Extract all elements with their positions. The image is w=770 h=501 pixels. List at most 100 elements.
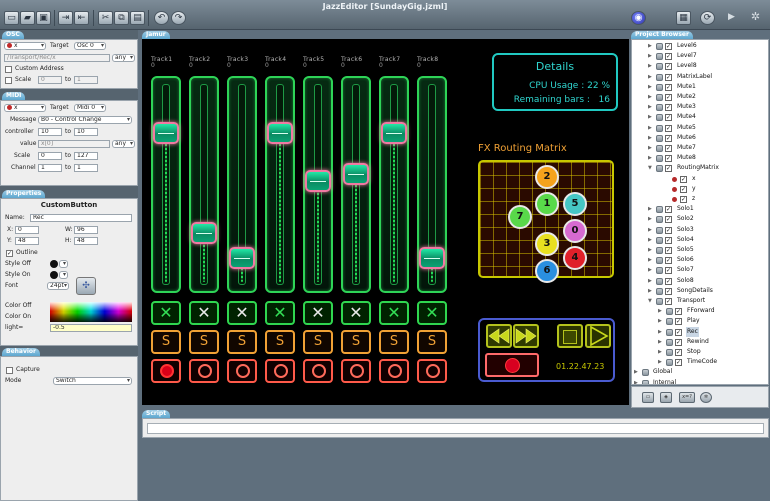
collapsed-arrow-icon[interactable]: ▶ <box>658 306 662 316</box>
midi-any-select[interactable]: any <box>112 140 135 148</box>
visibility-checkbox[interactable]: ✓ <box>665 145 672 152</box>
solo-button[interactable]: S <box>341 330 371 354</box>
volume-fader[interactable] <box>189 76 219 293</box>
osc-custom-address-checkbox[interactable] <box>5 66 12 73</box>
expanded-arrow-icon[interactable]: ▼ <box>648 296 652 306</box>
midi-header[interactable]: MIDI <box>2 92 26 100</box>
open-folder-icon[interactable]: ▰ <box>20 11 35 25</box>
variable-icon[interactable]: x=? <box>679 392 695 403</box>
collapsed-arrow-icon[interactable]: ▶ <box>658 357 662 367</box>
visibility-checkbox[interactable]: ✓ <box>665 94 672 101</box>
fast-forward-button[interactable] <box>513 324 539 348</box>
visibility-checkbox[interactable]: ✓ <box>665 206 672 214</box>
visibility-checkbox[interactable]: ✓ <box>665 216 672 224</box>
visibility-checkbox[interactable]: ✓ <box>665 43 672 50</box>
visibility-checkbox[interactable]: ✓ <box>675 318 682 326</box>
mute-button[interactable]: ✕ <box>265 301 295 325</box>
midi-controller-to[interactable]: 10 <box>74 128 98 136</box>
style-off-dropdown[interactable] <box>59 260 68 268</box>
track-record-button[interactable] <box>341 359 371 383</box>
solo-button[interactable]: S <box>151 330 181 354</box>
fx-node[interactable]: 4 <box>563 246 587 270</box>
tree-item[interactable]: ▶ ✓ Mute4 <box>632 112 768 122</box>
collapsed-arrow-icon[interactable]: ▶ <box>658 337 662 347</box>
collapsed-arrow-icon[interactable]: ▶ <box>648 102 652 112</box>
visibility-checkbox[interactable]: ✓ <box>665 124 672 132</box>
fx-node[interactable]: 7 <box>508 205 532 229</box>
color-spectrum-picker[interactable] <box>50 302 132 322</box>
osc-variable-select[interactable]: x <box>4 42 46 50</box>
midi-scale-from[interactable]: 0 <box>38 152 62 160</box>
volume-fader[interactable] <box>151 76 181 293</box>
tree-item[interactable]: ▶ Internal <box>632 378 768 384</box>
visibility-checkbox[interactable]: ✓ <box>665 226 672 234</box>
x-field[interactable]: 0 <box>15 226 39 234</box>
tree-item[interactable]: ▶ ✓ Mute2 <box>632 92 768 102</box>
mute-button[interactable]: ✕ <box>189 301 219 325</box>
visibility-checkbox[interactable]: ✓ <box>675 359 682 367</box>
midi-channel-to[interactable]: 1 <box>74 164 98 172</box>
gear-icon[interactable]: ✲ <box>700 392 712 403</box>
visibility-checkbox[interactable]: ✓ <box>675 349 682 356</box>
mute-button[interactable]: ✕ <box>417 301 447 325</box>
collapsed-arrow-icon[interactable]: ▶ <box>648 225 652 235</box>
collapsed-arrow-icon[interactable]: ▶ <box>648 235 652 245</box>
collapsed-arrow-icon[interactable]: ▶ <box>648 41 652 51</box>
tree-item[interactable]: ▶ ✓ Mute1 <box>632 82 768 92</box>
midi-scale-to[interactable]: 127 <box>74 152 98 160</box>
script-input[interactable] <box>147 423 764 434</box>
mute-button[interactable]: ✕ <box>341 301 371 325</box>
midi-variable-select[interactable]: x <box>4 104 46 112</box>
collapsed-arrow-icon[interactable]: ▶ <box>648 245 652 255</box>
style-on-dropdown[interactable] <box>59 271 68 279</box>
visibility-checkbox[interactable]: ✓ <box>665 83 672 91</box>
undo-icon[interactable]: ↶ <box>154 11 169 25</box>
visibility-checkbox[interactable]: ✓ <box>665 257 672 265</box>
volume-fader[interactable] <box>303 76 333 293</box>
name-field[interactable]: Rec <box>30 214 132 222</box>
osc-target-select[interactable]: Osc 0 <box>74 42 106 50</box>
tree-item[interactable]: ▶ ✓ MatrixLabel <box>632 72 768 82</box>
visibility-checkbox[interactable]: ✓ <box>665 287 672 295</box>
record-button[interactable] <box>485 353 539 377</box>
track-record-button[interactable] <box>303 359 333 383</box>
details-panel[interactable]: Details CPU Usage : 22 % Remaining bars … <box>492 53 618 111</box>
volume-fader[interactable] <box>265 76 295 293</box>
tree-item[interactable]: ▶ ✓ Mute6 <box>632 133 768 143</box>
browser-header[interactable]: Project Browser <box>631 31 693 39</box>
collapsed-arrow-icon[interactable]: ▶ <box>648 286 652 296</box>
osc-header[interactable]: OSC <box>2 31 24 39</box>
solo-button[interactable]: S <box>265 330 295 354</box>
fx-node[interactable]: 2 <box>535 165 559 189</box>
mute-button[interactable]: ✕ <box>227 301 257 325</box>
import-icon[interactable]: ⇥ <box>58 11 73 25</box>
osc-scale-from[interactable]: 0 <box>38 76 62 84</box>
collapsed-arrow-icon[interactable]: ▶ <box>648 133 652 143</box>
osc-any-select[interactable]: any <box>112 54 135 62</box>
style-on-swatch[interactable] <box>50 271 58 279</box>
tree-item[interactable]: ▼ ✓ RoutingMatrix <box>632 163 768 173</box>
fader-knob[interactable] <box>191 222 217 244</box>
solo-button[interactable]: S <box>189 330 219 354</box>
collapsed-arrow-icon[interactable]: ▶ <box>648 123 652 133</box>
track-record-button[interactable] <box>417 359 447 383</box>
visibility-checkbox[interactable]: ✓ <box>665 155 672 163</box>
mute-button[interactable]: ✕ <box>379 301 409 325</box>
project-browser[interactable]: ▶ ✓ Level6 ▶ ✓ Level7 ▶ ✓ Level8 ▶ ✓ MatrixLabel ▶ ✓ M… <box>631 39 769 385</box>
settings-icon[interactable]: ✲ <box>748 11 763 25</box>
midi-message-select[interactable]: B0 - Control Change <box>38 116 132 124</box>
redo-icon[interactable]: ↷ <box>171 11 186 25</box>
tree-item[interactable]: ▼ ✓ Transport <box>632 296 768 306</box>
fx-node[interactable]: 1 <box>535 192 559 216</box>
volume-fader[interactable] <box>417 76 447 293</box>
play-button[interactable] <box>585 324 611 348</box>
tree-item[interactable]: ▶ ✓ Solo7 <box>632 265 768 275</box>
tree-item[interactable]: ▶ ✓ Level8 <box>632 61 768 71</box>
tree-item[interactable]: ▶ ✓ Solo1 <box>632 204 768 214</box>
fx-node[interactable]: 5 <box>563 192 587 216</box>
fx-routing-matrix[interactable]: 2 15 7 0346 <box>478 160 614 283</box>
tree-item[interactable]: ▶ ✓ Solo5 <box>632 245 768 255</box>
tree-item[interactable]: ▶ ✓ Solo6 <box>632 255 768 265</box>
tree-item[interactable]: ▶ ✓ Solo4 <box>632 235 768 245</box>
solo-button[interactable]: S <box>227 330 257 354</box>
